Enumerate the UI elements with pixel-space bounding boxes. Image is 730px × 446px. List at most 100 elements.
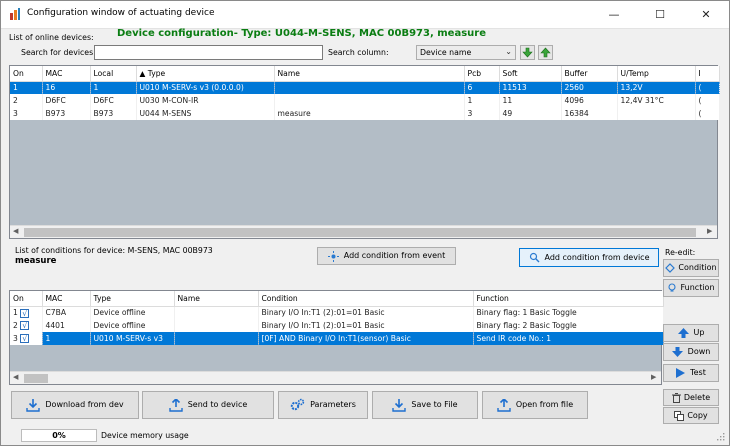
copy-label: Copy (687, 411, 708, 420)
col-type[interactable]: Type (90, 291, 175, 307)
condition-row[interactable]: 3 √ 1 U010 M-SERV-s v3 [0F] AND Binary I… (10, 332, 664, 345)
col-utemp[interactable]: U/Temp (617, 66, 696, 82)
search-column-select[interactable]: Device name ⌄ (416, 45, 516, 60)
delete-label: Delete (683, 393, 711, 402)
col-on[interactable]: On (10, 291, 43, 307)
col-local[interactable]: Local (90, 66, 137, 82)
cell-mac: 4401 (42, 319, 91, 332)
cell-type: U010 M-SERV-s v3 (90, 332, 175, 345)
move-up-label: Up (693, 328, 705, 337)
conditions-table: On MAC Type Name Condition Function 1 √ … (9, 290, 664, 385)
status-bar: 0% Device memory usage (1, 426, 729, 445)
trash-icon (671, 392, 681, 403)
cell-name (274, 81, 465, 94)
move-up-button[interactable]: Up (663, 324, 719, 342)
cell-name: measure (274, 107, 465, 120)
cell-soft: 11 (499, 94, 562, 107)
resize-grip-icon[interactable] (716, 432, 725, 441)
cell-pcb: 6 (464, 81, 500, 94)
cell-soft: 49 (499, 107, 562, 120)
move-down-button[interactable]: Down (663, 343, 719, 361)
download-from-device-button[interactable]: Download from dev (11, 391, 139, 419)
col-pcb[interactable]: Pcb (464, 66, 500, 82)
conditions-horizontal-scrollbar[interactable]: ◀ ▶ (10, 371, 661, 384)
cell-on: 1 √ (10, 306, 43, 319)
col-type[interactable]: ▲ Type (136, 66, 275, 82)
col-name[interactable]: Name (274, 66, 465, 82)
scroll-left-icon[interactable]: ◀ (13, 227, 18, 235)
col-condition[interactable]: Condition (258, 291, 474, 307)
send-to-device-button[interactable]: Send to device (142, 391, 274, 419)
open-from-file-button[interactable]: Open from file (482, 391, 588, 419)
cell-type: U030 M-CON-IR (136, 94, 275, 107)
save-to-file-button[interactable]: Save to File (372, 391, 478, 419)
title-bar: Configuration window of actuating device… (1, 1, 729, 29)
search-device-icon (529, 252, 539, 263)
enabled-checkbox[interactable]: √ (20, 308, 30, 318)
cell-on: 3 √ (10, 332, 43, 345)
search-input[interactable] (94, 45, 323, 60)
device-row[interactable]: 1 16 1 U010 M-SERV-s v3 (0.0.0.0) 6 1151… (10, 81, 720, 94)
condition-row[interactable]: 1 √ C7BA Device offline Binary I/O In:T1… (10, 306, 664, 319)
save-file-icon (392, 398, 407, 412)
memory-usage-label: Device memory usage (101, 431, 189, 440)
device-row[interactable]: 3 B973 B973 U044 M-SENS measure 3 49 163… (10, 107, 720, 120)
cell-on: 3 (10, 107, 43, 120)
cell-on: 2 √ (10, 319, 43, 332)
col-buffer[interactable]: Buffer (561, 66, 618, 82)
scroll-thumb[interactable] (24, 228, 696, 237)
col-extra[interactable]: I (695, 66, 720, 82)
condition-row[interactable]: 2 √ 4401 Device offline Binary I/O In:T1… (10, 319, 664, 332)
devices-horizontal-scrollbar[interactable]: ◀ ▶ (10, 225, 717, 238)
sort-up-button[interactable] (538, 45, 553, 60)
scroll-thumb[interactable] (24, 374, 48, 383)
cell-type: U010 M-SERV-s v3 (0.0.0.0) (136, 81, 275, 94)
add-condition-from-event-button[interactable]: Add condition from event (317, 247, 456, 265)
cell-name (274, 94, 465, 107)
col-mac[interactable]: MAC (42, 66, 91, 82)
open-label: Open from file (515, 400, 574, 409)
close-button[interactable]: ✕ (683, 1, 729, 29)
add-condition-from-event-label: Add condition from event (343, 251, 446, 260)
edit-function-button[interactable]: Function (663, 279, 719, 297)
cell-condition: Binary I/O In:T1 (2):01=01 Basic (258, 306, 474, 319)
col-on[interactable]: On (10, 66, 43, 82)
edit-condition-button[interactable]: Condition (663, 259, 719, 277)
col-name[interactable]: Name (174, 291, 259, 307)
parameters-button[interactable]: Parameters (278, 391, 368, 419)
search-label: Search for devices: (21, 48, 96, 57)
enabled-checkbox[interactable]: √ (20, 321, 30, 331)
cell-condition: Binary I/O In:T1 (2):01=01 Basic (258, 319, 474, 332)
chevron-down-icon: ⌄ (505, 47, 512, 56)
cell-utemp: 12,4V 31°C (617, 94, 696, 107)
cell-local: 1 (90, 81, 137, 94)
app-icon (10, 8, 20, 20)
cell-name (174, 332, 259, 345)
arrow-down-icon (671, 347, 683, 357)
save-label: Save to File (411, 400, 458, 409)
send-label: Send to device (187, 400, 248, 409)
col-function[interactable]: Function (473, 291, 664, 307)
arrow-down-green-icon (522, 47, 533, 58)
scroll-left-icon[interactable]: ◀ (13, 373, 18, 381)
conditions-device-name: measure (15, 256, 57, 266)
maximize-button[interactable]: ☐ (637, 1, 683, 29)
device-row[interactable]: 2 D6FC D6FC U030 M-CON-IR 1 11 4096 12,4… (10, 94, 720, 107)
test-button[interactable]: Test (663, 364, 719, 382)
scroll-right-icon[interactable]: ▶ (707, 227, 712, 235)
cell-pcb: 3 (464, 107, 500, 120)
enabled-checkbox[interactable]: √ (20, 334, 30, 344)
cell-soft: 11513 (499, 81, 562, 94)
cell-mac: 16 (42, 81, 91, 94)
cell-utemp: 13,2V (617, 81, 696, 94)
move-down-label: Down (687, 347, 711, 356)
minimize-button[interactable]: — (591, 1, 637, 29)
add-condition-from-device-button[interactable]: Add condition from device (519, 248, 659, 267)
col-soft[interactable]: Soft (499, 66, 562, 82)
col-mac[interactable]: MAC (42, 291, 91, 307)
delete-button[interactable]: Delete (663, 389, 719, 406)
sort-down-button[interactable] (520, 45, 535, 60)
scroll-right-icon[interactable]: ▶ (651, 373, 656, 381)
upload-icon (169, 398, 183, 412)
copy-button[interactable]: Copy (663, 407, 719, 424)
